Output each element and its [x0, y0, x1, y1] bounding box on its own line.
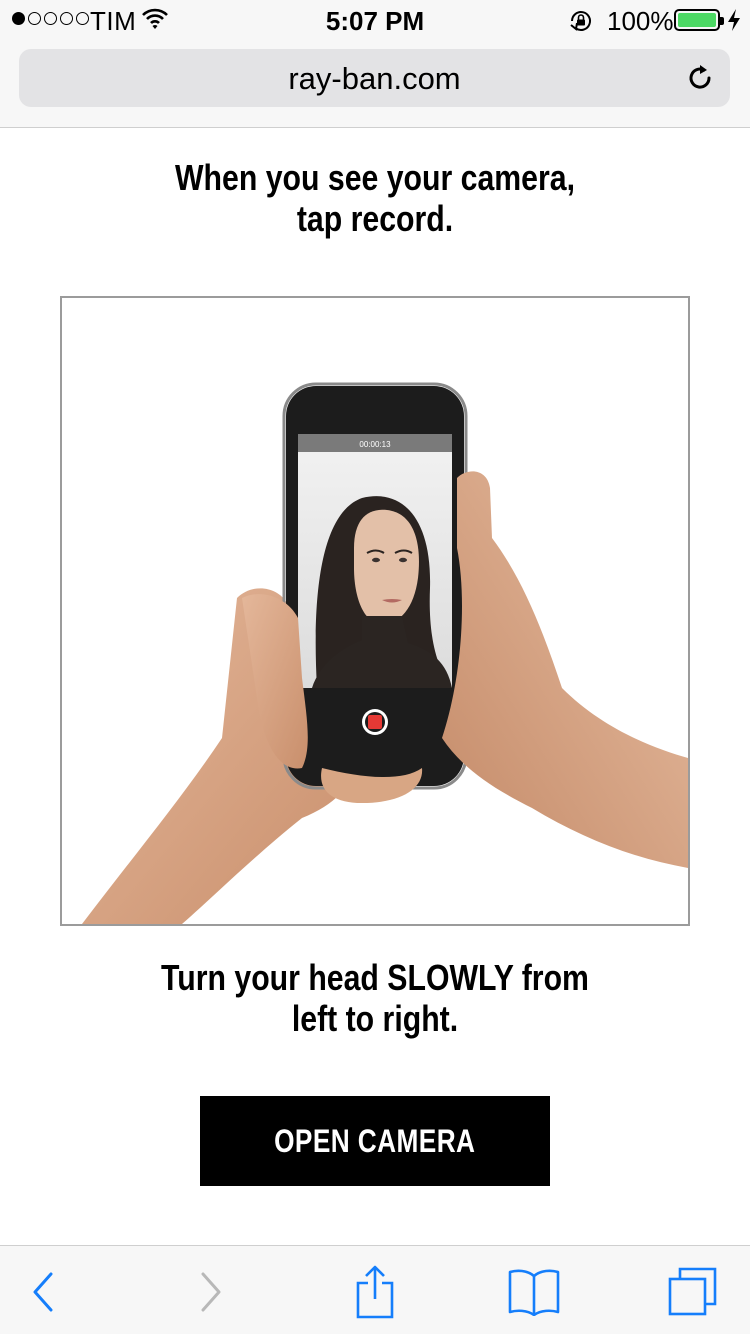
tabs-button[interactable]	[664, 1266, 720, 1318]
head-turn-instruction: Turn your head SLOWLY from left to right…	[60, 957, 690, 1039]
battery-percentage: 100%	[607, 6, 674, 36]
safari-toolbar	[0, 1245, 750, 1334]
recording-timer: 00:00:13	[359, 440, 391, 449]
charging-bolt-icon	[728, 9, 740, 31]
orientation-lock-icon	[570, 11, 591, 31]
back-button[interactable]	[15, 1266, 71, 1318]
tabs-icon[interactable]	[666, 1266, 718, 1318]
record-instruction-line-1: When you see your camera,	[175, 157, 575, 198]
hands-holding-phone-image: 00:00:13	[82, 382, 688, 924]
share-button[interactable]	[347, 1265, 403, 1319]
open-camera-button-label[interactable]: OPEN CAMERA	[274, 1123, 475, 1160]
record-instruction-line-2: tap record.	[296, 198, 454, 239]
back-icon[interactable]	[32, 1272, 54, 1312]
url-text[interactable]: ray-ban.com	[19, 61, 730, 97]
head-turn-instruction-line-1: Turn your head SLOWLY from	[161, 957, 589, 998]
status-bar: TIM 5:07 PM 100%	[0, 0, 750, 40]
forward-icon[interactable]	[200, 1272, 222, 1312]
bookmarks-button[interactable]	[506, 1266, 562, 1318]
forward-button[interactable]	[183, 1266, 239, 1318]
share-icon[interactable]	[354, 1265, 396, 1319]
bookmarks-icon[interactable]	[507, 1268, 561, 1316]
address-bar-area: ray-ban.com	[0, 40, 750, 128]
record-instruction: When you see your camera, tap record.	[60, 157, 690, 239]
address-bar[interactable]: ray-ban.com	[19, 49, 730, 107]
open-camera-button[interactable]: OPEN CAMERA	[200, 1096, 550, 1186]
battery-icon	[674, 9, 724, 31]
reload-icon[interactable]	[684, 62, 716, 94]
camera-demo-illustration: 00:00:13	[60, 296, 690, 926]
record-button-icon	[368, 715, 382, 729]
head-turn-instruction-line-2: left to right.	[291, 998, 459, 1039]
